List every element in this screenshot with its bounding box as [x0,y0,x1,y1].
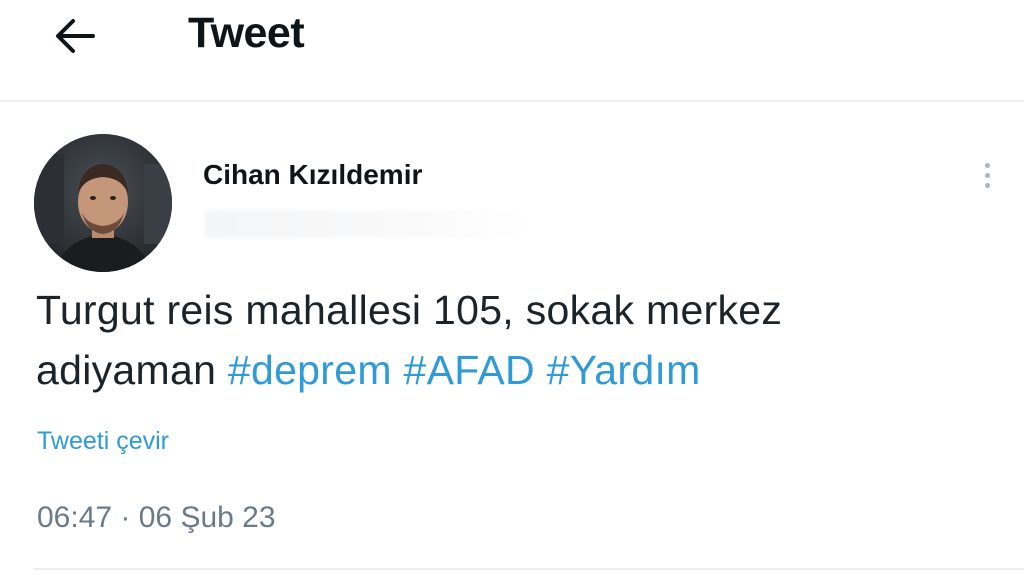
hashtag-link[interactable]: #AFAD [404,347,535,393]
hashtag-link[interactable]: #Yardım [547,347,701,393]
arrow-left-icon [56,19,95,53]
top-bar: Tweet [0,0,1024,100]
header-divider [0,100,1024,102]
avatar[interactable] [34,134,172,272]
back-button[interactable] [50,14,100,58]
more-dot-icon [984,172,990,178]
hashtag-link[interactable]: #deprem [228,347,392,393]
more-dot-icon [984,182,990,188]
more-options-button[interactable] [974,155,1000,195]
tweet-timestamp[interactable]: 06:47 · 06 Şub 23 [37,501,276,535]
author-handle-redacted [205,210,525,238]
page-title: Tweet [188,9,305,57]
tweet-divider [34,568,1024,570]
tweet-text-line2: adiyaman [36,347,228,393]
translate-tweet-link[interactable]: Tweeti çevir [37,427,169,456]
tweet-text-line1: Turgut reis mahallesi 105, sokak merkez [36,287,783,333]
more-dot-icon [984,162,990,168]
profile-photo [34,134,172,272]
author-name[interactable]: Cihan Kızıldemir [203,159,422,191]
tweet-text: Turgut reis mahallesi 105, sokak merkez … [36,280,996,400]
